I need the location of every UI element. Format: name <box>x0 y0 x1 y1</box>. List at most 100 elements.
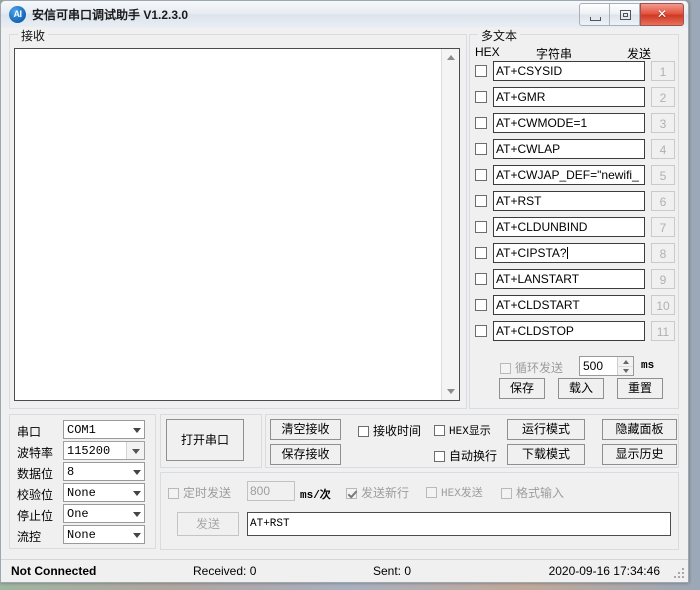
command-input-10[interactable]: AT+CLDSTART <box>493 295 645 315</box>
open-serial-port-button[interactable]: 打开串口 <box>166 419 244 461</box>
clear-receive-button[interactable]: 清空接收 <box>270 419 341 440</box>
format-input-label: 格式输入 <box>516 486 564 500</box>
serial-label-baud-rate: 波特率 <box>17 444 53 461</box>
scroll-down-icon[interactable] <box>442 383 459 400</box>
command-hex-checkbox-8[interactable] <box>475 247 487 259</box>
command-input-11[interactable]: AT+CLDSTOP <box>493 321 645 341</box>
command-hex-checkbox-3[interactable] <box>475 117 487 129</box>
auto-wrap-checkbox[interactable]: 自动换行 <box>434 447 497 464</box>
run-mode-button[interactable]: 运行模式 <box>507 419 585 440</box>
serial-label-data-bits: 数据位 <box>17 465 53 482</box>
command-send-button-10: 10 <box>651 295 675 315</box>
serial-label-stop-bits: 停止位 <box>17 507 53 524</box>
command-send-button-11: 11 <box>651 321 675 341</box>
serial-value-data-bits: 8 <box>67 465 74 479</box>
multitext-save-button[interactable]: 保存 <box>499 378 545 399</box>
loop-send-checkbox-box <box>500 363 511 374</box>
download-mode-button[interactable]: 下载模式 <box>507 444 585 465</box>
command-hex-checkbox-1[interactable] <box>475 65 487 77</box>
multitext-group-label: 多文本 <box>478 27 520 44</box>
loop-interval-spin-buttons[interactable] <box>617 357 633 375</box>
command-send-button-7: 7 <box>651 217 675 237</box>
loop-send-checkbox: 循环发送 <box>500 359 563 376</box>
status-connection: Not Connected <box>11 564 96 578</box>
command-input-2[interactable]: AT+GMR <box>493 87 645 107</box>
minimize-icon <box>590 17 601 21</box>
serial-value-baud-rate: 115200 <box>67 444 110 458</box>
serial-select-stop-bits[interactable]: One <box>63 504 145 523</box>
serial-select-flow-control[interactable]: None <box>63 525 145 544</box>
command-hex-checkbox-10[interactable] <box>475 299 487 311</box>
hex-send-label: HEX发送 <box>441 488 483 500</box>
timed-send-interval-input: 800 <box>247 481 295 501</box>
command-send-button-4: 4 <box>651 139 675 159</box>
loop-send-label: 循环发送 <box>515 361 563 375</box>
loop-interval-unit: ms <box>641 360 654 372</box>
command-hex-checkbox-9[interactable] <box>475 273 487 285</box>
close-icon: ✕ <box>641 4 683 25</box>
command-hex-checkbox-11[interactable] <box>475 325 487 337</box>
timed-send-label: 定时发送 <box>183 486 231 500</box>
chevron-down-icon <box>133 470 141 475</box>
command-input-6[interactable]: AT+RST <box>493 191 645 211</box>
multitext-load-button[interactable]: 载入 <box>558 378 604 399</box>
receive-scrollbar[interactable] <box>441 49 459 400</box>
send-newline-checkbox-box <box>346 488 357 499</box>
header-string: 字符串 <box>536 45 572 62</box>
hex-send-checkbox-box <box>426 487 437 498</box>
auto-wrap-checkbox-box <box>434 451 445 462</box>
receive-textarea[interactable] <box>14 48 460 401</box>
multitext-reset-button[interactable]: 重置 <box>617 378 663 399</box>
minimize-button[interactable] <box>579 3 610 26</box>
command-input-3[interactable]: AT+CWMODE=1 <box>493 113 645 133</box>
command-input-1[interactable]: AT+CSYSID <box>493 61 645 81</box>
close-button[interactable]: ✕ <box>640 3 684 26</box>
send-newline-checkbox: 发送新行 <box>346 484 409 501</box>
command-hex-checkbox-4[interactable] <box>475 143 487 155</box>
window-title: 安信可串口调试助手 V1.2.3.0 <box>32 6 188 23</box>
chevron-down-icon[interactable] <box>126 442 144 459</box>
maximize-button[interactable] <box>610 3 640 26</box>
show-history-button[interactable]: 显示历史 <box>602 444 677 465</box>
recv-time-checkbox[interactable]: 接收时间 <box>358 422 421 439</box>
resize-grip-icon[interactable] <box>674 568 685 579</box>
hex-display-checkbox[interactable]: HEX显示 <box>434 422 491 438</box>
command-hex-checkbox-2[interactable] <box>475 91 487 103</box>
header-send: 发送 <box>627 45 651 62</box>
serial-select-baud-rate[interactable]: 115200 <box>63 441 145 460</box>
app-window: AI 安信可串口调试助手 V1.2.3.0 ✕ 接收 <box>0 0 689 583</box>
receive-group-label: 接收 <box>18 27 48 44</box>
chevron-down-icon <box>133 428 141 433</box>
status-datetime: 2020-09-16 17:34:46 <box>549 564 660 578</box>
command-send-button-1: 1 <box>651 61 675 81</box>
loop-interval-stepper[interactable]: 500 <box>579 356 634 376</box>
title-bar[interactable]: AI 安信可串口调试助手 V1.2.3.0 ✕ <box>1 1 688 29</box>
status-received: Received: 0 <box>193 564 256 578</box>
scroll-up-icon[interactable] <box>442 49 459 66</box>
window-controls: ✕ <box>579 3 684 26</box>
command-hex-checkbox-6[interactable] <box>475 195 487 207</box>
serial-label-parity: 校验位 <box>17 486 53 503</box>
timed-send-checkbox-box <box>168 488 179 499</box>
save-receive-button[interactable]: 保存接收 <box>270 444 341 465</box>
serial-select-parity[interactable]: None <box>63 483 145 502</box>
command-hex-checkbox-7[interactable] <box>475 221 487 233</box>
serial-select-data-bits[interactable]: 8 <box>63 462 145 481</box>
loop-interval-value: 500 <box>583 359 603 373</box>
format-input-checkbox: 格式输入 <box>501 484 564 501</box>
timed-send-unit: ms/次 <box>300 486 331 502</box>
maximize-icon <box>620 10 631 20</box>
serial-value-stop-bits: One <box>67 507 89 521</box>
command-input-8[interactable]: AT+CIPSTA? <box>493 243 645 263</box>
command-hex-checkbox-5[interactable] <box>475 169 487 181</box>
command-input-4[interactable]: AT+CWLAP <box>493 139 645 159</box>
serial-select-port[interactable]: COM1 <box>63 420 145 439</box>
hex-send-checkbox: HEX发送 <box>426 484 483 500</box>
send-input[interactable]: AT+RST <box>247 512 671 536</box>
hide-panel-button[interactable]: 隐藏面板 <box>602 419 677 440</box>
serial-label-flow-control: 流控 <box>17 528 41 545</box>
command-input-5[interactable]: AT+CWJAP_DEF="newifi_ <box>493 165 645 185</box>
command-input-7[interactable]: AT+CLDUNBIND <box>493 217 645 237</box>
command-send-button-3: 3 <box>651 113 675 133</box>
command-input-9[interactable]: AT+LANSTART <box>493 269 645 289</box>
